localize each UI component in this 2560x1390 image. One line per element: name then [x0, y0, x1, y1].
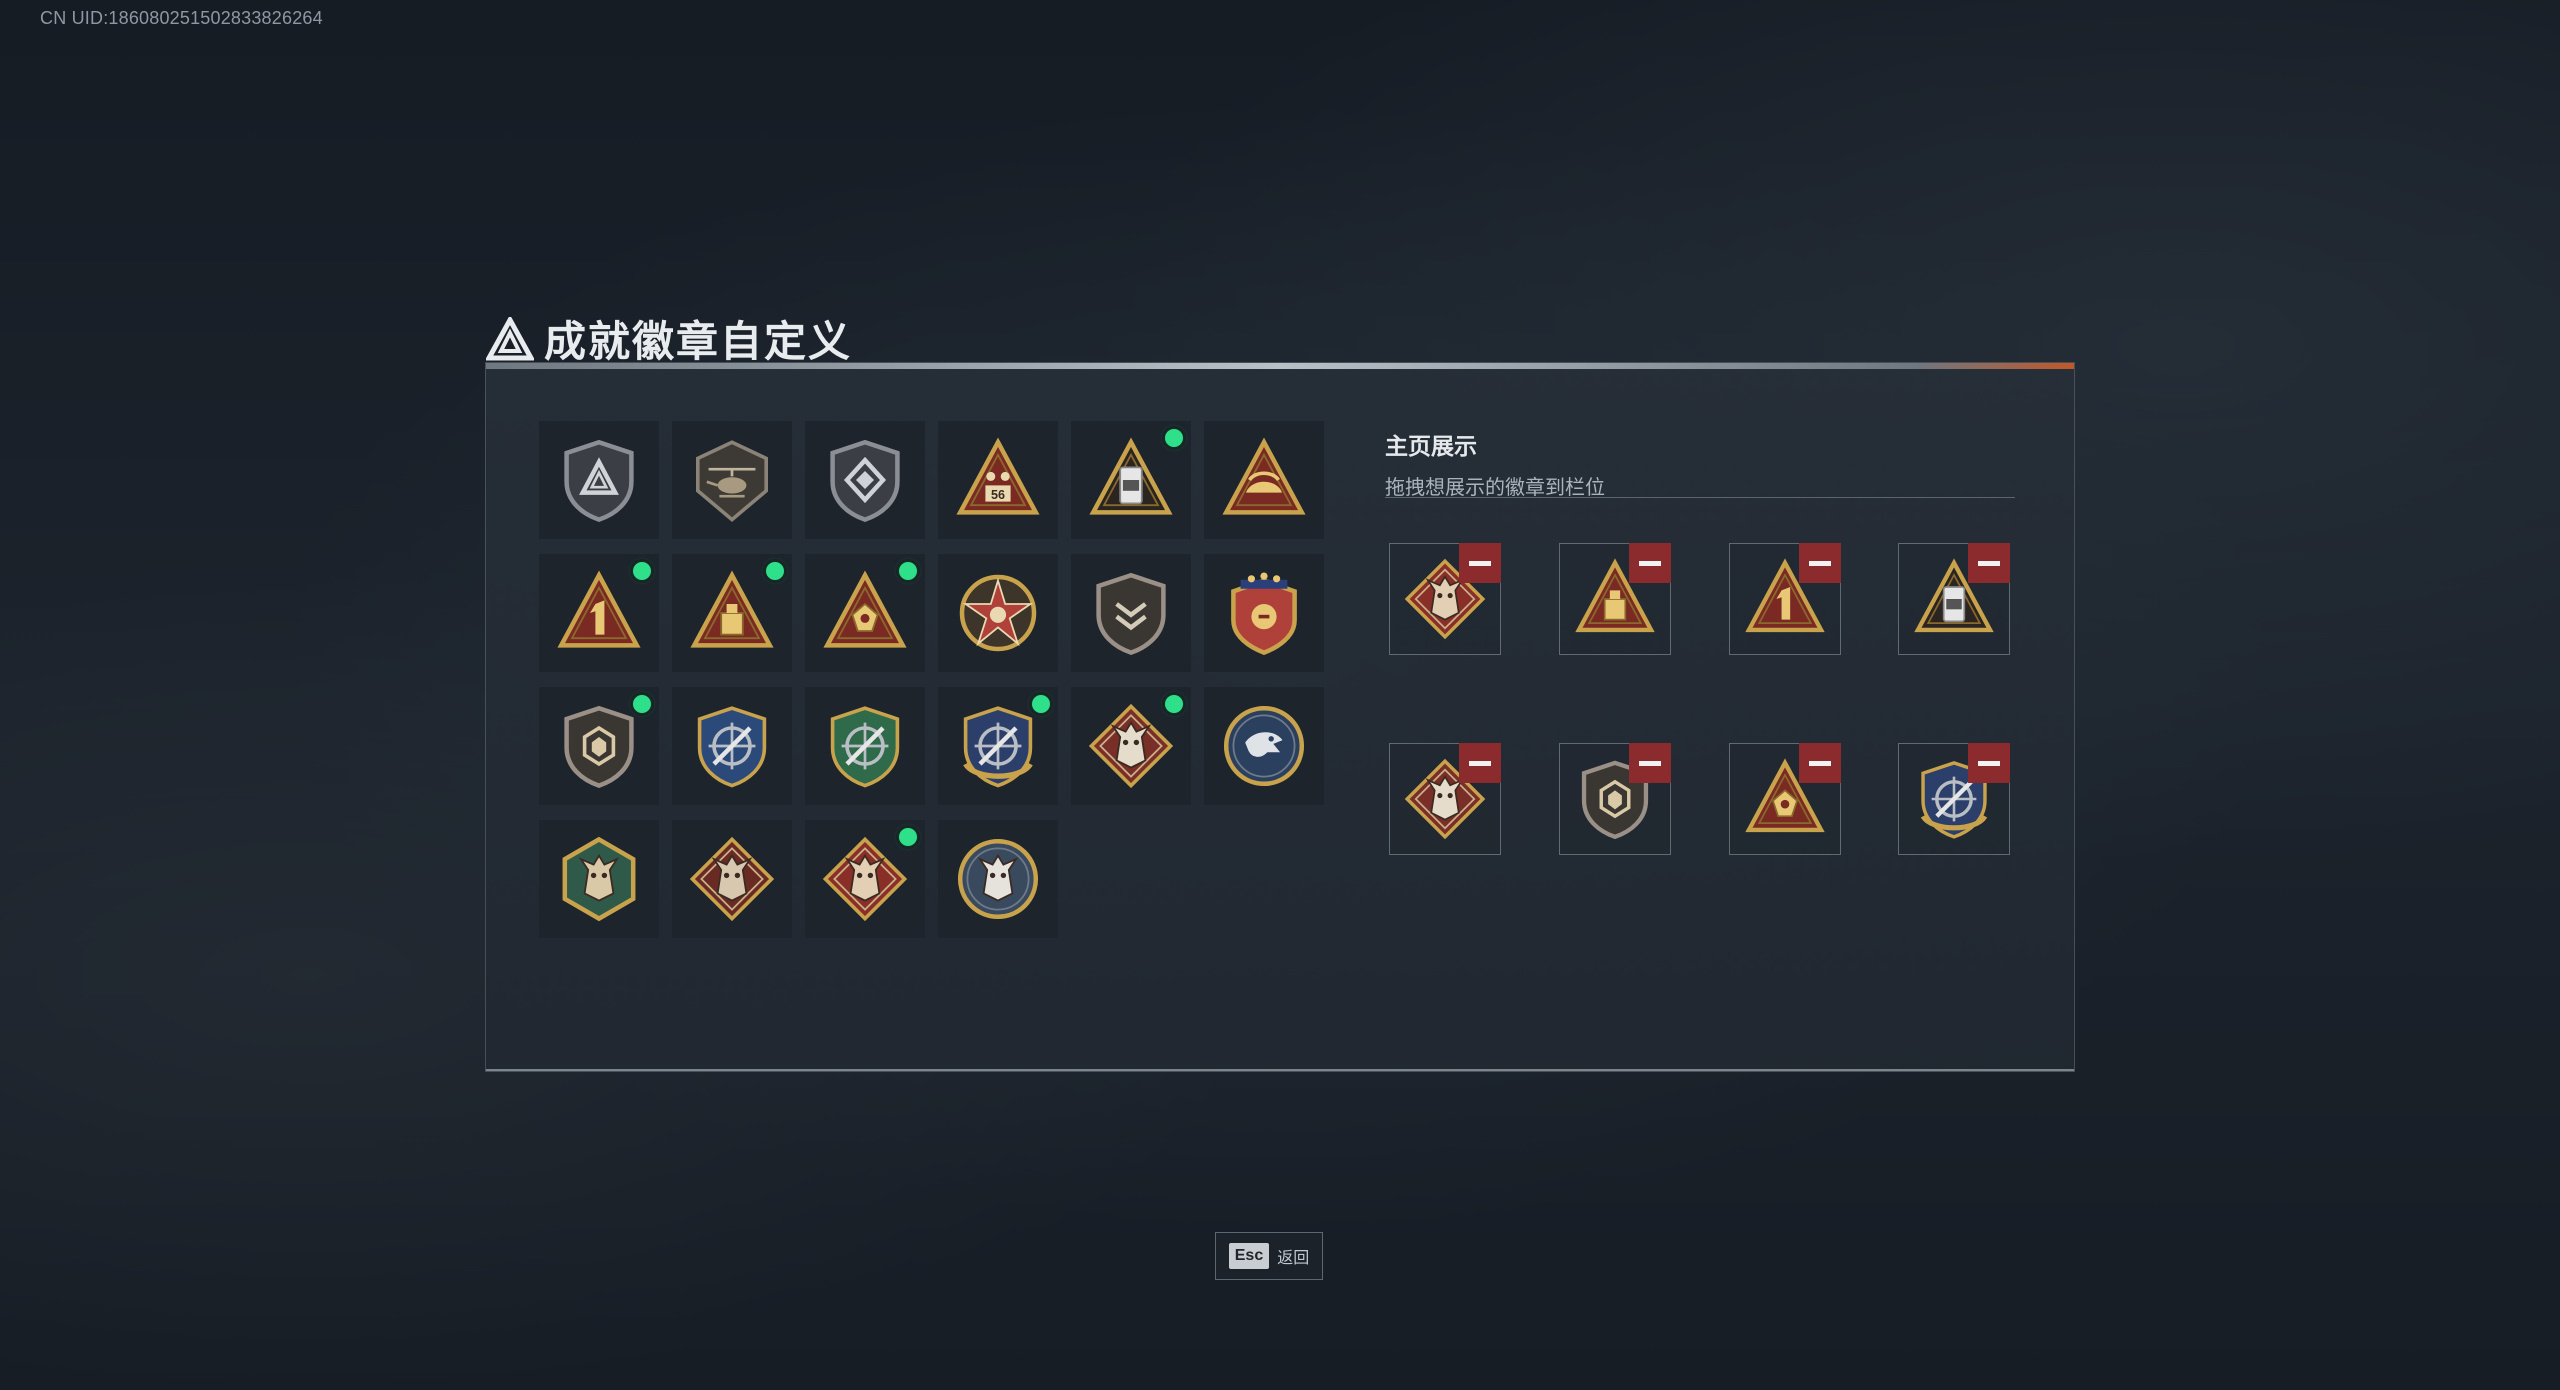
gold-crosshair-badge-icon: [953, 701, 1043, 791]
minus-icon: [1469, 760, 1491, 766]
new-indicator-dot: [633, 695, 651, 713]
dragon-diamond-badge-icon: [687, 834, 777, 924]
badge-slot[interactable]: [1071, 687, 1191, 805]
badge-slot[interactable]: [805, 687, 925, 805]
badge-slot[interactable]: [805, 554, 925, 672]
minus-icon: [1978, 560, 2000, 566]
badge-slot[interactable]: [672, 554, 792, 672]
new-indicator-dot: [633, 562, 651, 580]
display-slot[interactable]: [1389, 743, 1501, 855]
eagle-circle-badge-icon: [1219, 701, 1309, 791]
display-slot[interactable]: [1559, 743, 1671, 855]
new-indicator-dot: [1165, 695, 1183, 713]
display-divider: [1385, 497, 2015, 498]
new-indicator-dot: [899, 828, 917, 846]
back-label: 返回: [1277, 1250, 1310, 1267]
remove-badge-button[interactable]: [1459, 543, 1501, 583]
delta-shield-badge-icon: [554, 435, 644, 525]
badge-slot[interactable]: [1204, 687, 1324, 805]
remove-badge-button[interactable]: [1968, 543, 2010, 583]
panel-top-bar: [486, 363, 2074, 369]
dragon-hexagon-badge-icon: [554, 834, 644, 924]
display-slot[interactable]: [1389, 543, 1501, 655]
badge-slot[interactable]: [672, 820, 792, 938]
user-uid-label: CN UID:1860802515028338262​64: [40, 8, 323, 28]
minus-icon: [1809, 560, 1831, 566]
back-button[interactable]: Esc 返回: [1215, 1232, 1323, 1280]
remove-badge-button[interactable]: [1799, 743, 1841, 783]
delta-logo-icon: [486, 316, 534, 361]
badge-slot[interactable]: [1071, 554, 1191, 672]
triangle-crest-badge-icon: [820, 568, 910, 658]
badge-slot[interactable]: [1204, 554, 1324, 672]
esc-key-hint: Esc: [1228, 1243, 1270, 1269]
page-header: 成就徽章自定义: [486, 308, 852, 369]
minus-icon: [1978, 760, 2000, 766]
minus-icon: [1809, 760, 1831, 766]
display-slot[interactable]: [1559, 543, 1671, 655]
badge-slot[interactable]: [938, 554, 1058, 672]
badge-slot[interactable]: [938, 687, 1058, 805]
display-slot[interactable]: [1729, 743, 1841, 855]
minus-icon: [1639, 760, 1661, 766]
badge-grid: 56: [539, 421, 1324, 938]
badge-slot[interactable]: [539, 554, 659, 672]
display-slot[interactable]: [1898, 543, 2010, 655]
badge-slot[interactable]: [805, 421, 925, 539]
badge-slot[interactable]: [938, 820, 1058, 938]
triangle-number-one-badge-icon: [554, 568, 644, 658]
minus-icon: [1469, 560, 1491, 566]
triangle-crate-badge-icon: [687, 568, 777, 658]
badge-panel: 56 主页展示 拖拽想展示的徽章到栏位: [485, 362, 2075, 1072]
hexagon-shield-badge-icon: [554, 701, 644, 791]
svg-text:56: 56: [991, 488, 1005, 502]
chevron-shield-badge-icon: [1086, 568, 1176, 658]
minus-icon: [1639, 560, 1661, 566]
badge-slot[interactable]: [1071, 421, 1191, 539]
badge-customization-screen: CN UID:1860802515028338262​64 成就徽章自定义 56…: [0, 0, 2560, 1390]
page-title: 成就徽章自定义: [544, 318, 853, 365]
new-indicator-dot: [1165, 429, 1183, 447]
panel-bottom-line: [486, 1069, 2074, 1071]
new-indicator-dot: [766, 562, 784, 580]
remove-badge-button[interactable]: [1799, 543, 1841, 583]
new-indicator-dot: [1032, 695, 1050, 713]
new-indicator-dot: [899, 562, 917, 580]
display-section-title: 主页展示: [1385, 433, 1477, 459]
display-slot[interactable]: [1898, 743, 2010, 855]
badge-slot[interactable]: [539, 421, 659, 539]
badge-slot[interactable]: [672, 421, 792, 539]
triangle-56-badge-icon: 56: [953, 435, 1043, 525]
display-section-header: 主页展示 拖拽想展示的徽章到栏位: [1385, 427, 2015, 500]
blue-crosshair-badge-icon: [687, 701, 777, 791]
wolf-diamond-badge-icon: [1086, 701, 1176, 791]
triangle-canister-badge-icon: [1086, 435, 1176, 525]
star-medal-badge-icon: [953, 568, 1043, 658]
badge-slot[interactable]: 56: [938, 421, 1058, 539]
remove-badge-button[interactable]: [1459, 743, 1501, 783]
remove-badge-button[interactable]: [1629, 543, 1671, 583]
stars-shield-badge-icon: [1219, 568, 1309, 658]
wolf-circle-badge-icon: [953, 834, 1043, 924]
diamond-shield-badge-icon: [820, 435, 910, 525]
badge-slot[interactable]: [539, 687, 659, 805]
remove-badge-button[interactable]: [1629, 743, 1671, 783]
green-crosshair-badge-icon: [820, 701, 910, 791]
badge-slot[interactable]: [1204, 421, 1324, 539]
remove-badge-button[interactable]: [1968, 743, 2010, 783]
badge-slot[interactable]: [672, 687, 792, 805]
badge-slot[interactable]: [539, 820, 659, 938]
display-slot[interactable]: [1729, 543, 1841, 655]
dragon-diamond-red-badge-icon: [820, 834, 910, 924]
helicopter-shield-badge-icon: [687, 435, 777, 525]
triangle-hands-badge-icon: [1219, 435, 1309, 525]
display-section-subtitle: 拖拽想展示的徽章到栏位: [1385, 477, 1605, 499]
badge-slot[interactable]: [805, 820, 925, 938]
